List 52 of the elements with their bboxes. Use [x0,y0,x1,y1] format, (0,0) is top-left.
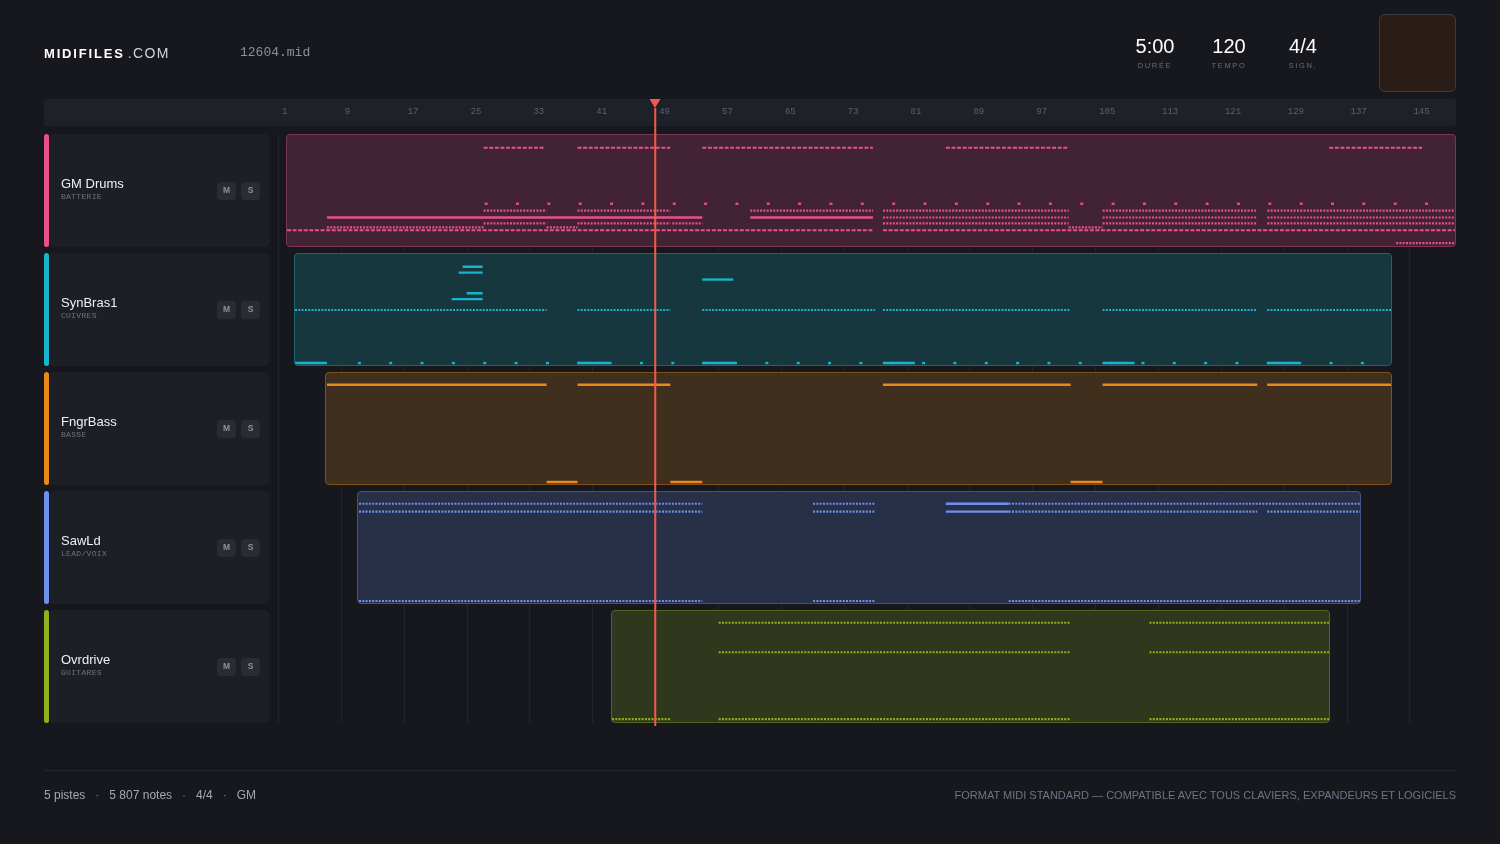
bar-number: 81 [910,105,922,119]
mute-button[interactable]: M [217,657,236,676]
bar-number: 73 [847,105,859,119]
bar-number: 129 [1287,105,1304,119]
mute-button[interactable]: M [217,181,236,200]
separator-dot: · [182,787,187,804]
bar-number: 9 [344,105,351,119]
file-name: 12604.mid [240,44,311,63]
solo-button[interactable]: S [241,419,260,438]
track-name: FngrBass [61,414,117,430]
track-name: Ovrdrive [61,652,111,668]
bar-number: 89 [973,105,985,119]
bar-number: 1 [282,105,288,119]
bar-number: 17 [407,105,419,119]
track-category: CUIVRES [61,311,98,321]
track-category: LEAD/VOIX [61,549,108,559]
track-name: GM Drums [61,176,124,192]
separator-dot: · [222,787,227,804]
summary-stat: GM [236,787,257,804]
mute-button[interactable]: M [217,419,236,438]
bar-number: 65 [784,105,796,119]
track-name: SawLd [61,533,102,549]
separator-dot: · [95,787,100,804]
mute-button[interactable]: M [217,538,236,557]
bar-number: 25 [470,105,482,119]
summary-stat: 4/4 [196,787,213,804]
format-notice: FORMAT MIDI STANDARD — COMPATIBLE AVEC TOUS CLAVIERS, EXPANDEURS ET LOGICIELS [954,787,1456,803]
solo-button[interactable]: S [241,300,260,319]
bar-number: 105 [1099,105,1116,119]
solo-button[interactable]: S [241,538,260,557]
track-name: SynBras1 [61,295,118,311]
stat-value: 4/4 [1289,34,1317,59]
bar-number: 113 [1162,105,1179,119]
bar-number: 145 [1413,105,1430,119]
bar-number: 57 [722,105,733,119]
bar-number: 41 [596,105,608,119]
bar-number: 137 [1350,105,1367,119]
summary-stat: 5 pistes [44,787,86,804]
bar-number: 121 [1224,105,1242,119]
playhead-marker[interactable] [649,99,661,108]
bar-number: 97 [1036,105,1048,119]
solo-button[interactable]: S [241,657,260,676]
site-logo[interactable]: MIDIFILES .COM [44,43,170,64]
stat-value: 5:00 [1135,34,1175,59]
track-category: BATTERIE [61,192,103,202]
stat-value: 120 [1212,34,1246,59]
track-category: GUITARES [61,668,103,678]
summary-stat: 5 807 notes [109,787,173,804]
track-category: BASSE [61,430,88,440]
bar-number: 49 [659,105,670,119]
mute-button[interactable]: M [217,300,236,319]
solo-button[interactable]: S [241,181,260,200]
